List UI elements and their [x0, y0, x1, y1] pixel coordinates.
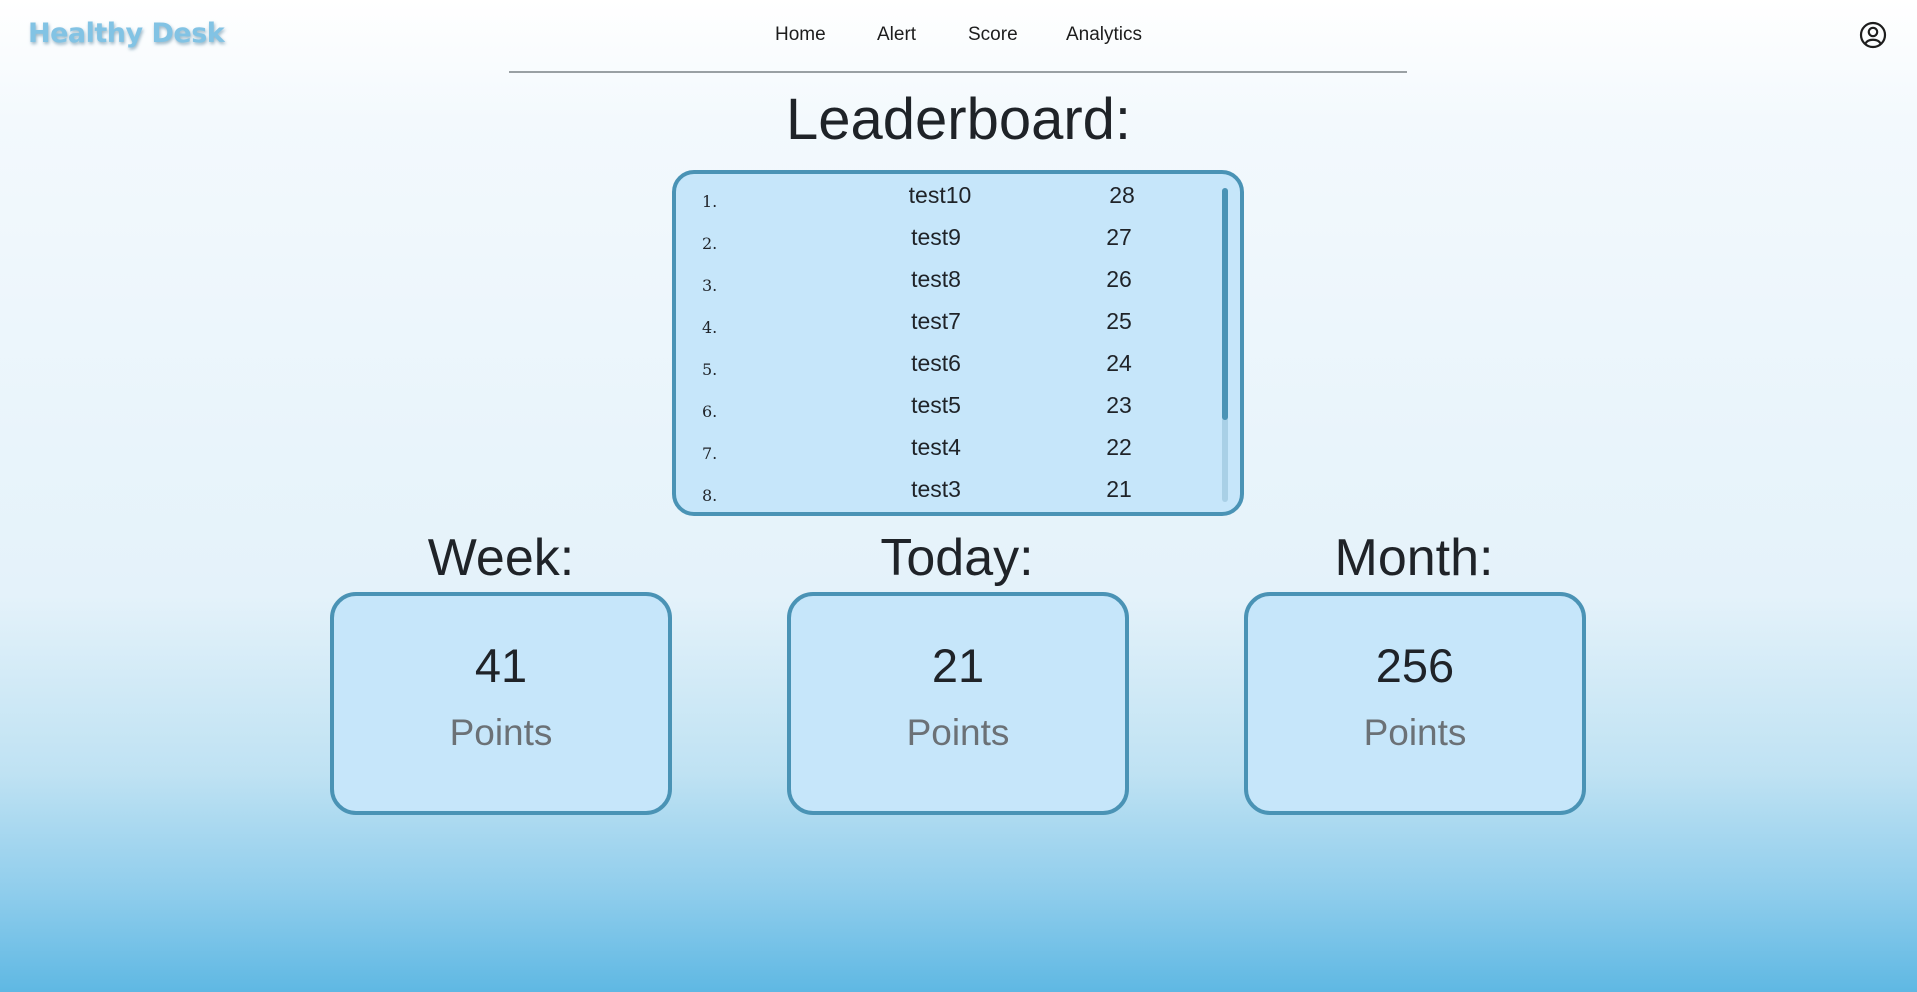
leaderboard-scrollbar[interactable] [1222, 188, 1228, 502]
month-points-value: 256 [1375, 639, 1455, 692]
leaderboard-row: 3. test8 26 [676, 260, 1240, 302]
month-title: Month: [1334, 529, 1494, 587]
week-points-unit: Points [449, 712, 553, 753]
leaderboard-score: 25 [1106, 308, 1132, 334]
leaderboard-rank: 7. [702, 444, 718, 463]
leaderboard-row: 8. test3 21 [676, 470, 1240, 512]
leaderboard-score: 22 [1106, 434, 1132, 460]
week-points-card: 41 Points [330, 592, 672, 815]
nav-analytics[interactable]: Analytics [1066, 24, 1142, 46]
week-points-value: 41 [474, 639, 528, 692]
today-points-value: 21 [931, 639, 985, 692]
leaderboard-name: test8 [911, 266, 961, 292]
leaderboard-rank: 6. [702, 402, 718, 421]
month-points-unit: Points [1363, 712, 1467, 753]
leaderboard-score: 24 [1106, 350, 1132, 376]
leaderboard-row: 4. test7 25 [676, 302, 1240, 344]
leaderboard-row: 1. test10 28 [676, 176, 1240, 218]
leaderboard-title: Leaderboard: [785, 87, 1132, 152]
leaderboard-name: test9 [911, 224, 961, 250]
scrollbar-thumb[interactable] [1222, 188, 1228, 420]
leaderboard-rank: 1. [702, 192, 718, 211]
today-points-card: 21 Points [787, 592, 1129, 815]
leaderboard-row: 5. test6 24 [676, 344, 1240, 386]
main-nav: Home Alert Score Analytics [0, 24, 1917, 46]
leaderboard-score: 27 [1106, 224, 1132, 250]
nav-alert[interactable]: Alert [877, 24, 916, 46]
leaderboard-row: 6. test5 23 [676, 386, 1240, 428]
leaderboard-score: 26 [1106, 266, 1132, 292]
nav-divider [509, 71, 1407, 73]
leaderboard-score: 28 [1109, 182, 1135, 208]
leaderboard-rank: 3. [702, 276, 718, 295]
leaderboard-name: test4 [911, 434, 961, 460]
leaderboard-name: test5 [911, 392, 961, 418]
month-points-card: 256 Points [1244, 592, 1586, 815]
nav-score[interactable]: Score [968, 24, 1018, 46]
nav-home[interactable]: Home [775, 24, 826, 46]
leaderboard-rank: 4. [702, 318, 718, 337]
today-title: Today: [880, 529, 1034, 587]
week-title: Week: [427, 529, 575, 587]
leaderboard-name: test3 [911, 476, 961, 502]
leaderboard-row: 2. test9 27 [676, 218, 1240, 260]
leaderboard-score: 21 [1106, 476, 1132, 502]
leaderboard-list[interactable]: 1. test10 28 2. test9 27 3. test8 26 4. … [672, 170, 1244, 516]
leaderboard-score: 23 [1106, 392, 1132, 418]
leaderboard-name: test10 [908, 182, 972, 208]
leaderboard-row: 7. test4 22 [676, 428, 1240, 470]
today-points-unit: Points [906, 712, 1010, 753]
leaderboard-name: test7 [911, 308, 961, 334]
user-circle-icon[interactable] [1859, 21, 1887, 49]
leaderboard-rank: 5. [702, 360, 718, 379]
leaderboard-rank: 2. [702, 234, 718, 253]
leaderboard-rank: 8. [702, 486, 718, 505]
leaderboard-name: test6 [911, 350, 961, 376]
